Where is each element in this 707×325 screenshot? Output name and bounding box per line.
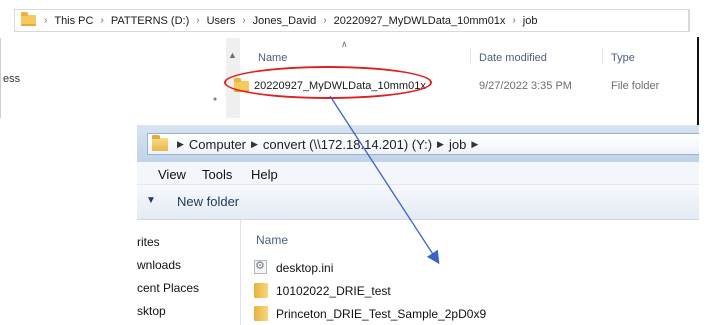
nav-pane-border — [0, 38, 1, 118]
breadcrumb-this-pc[interactable]: This PC — [51, 15, 96, 27]
window-border — [697, 37, 699, 129]
menu-view[interactable]: View — [158, 167, 186, 182]
chevron-right-icon[interactable]: › — [319, 15, 330, 26]
chevron-right-icon[interactable]: › — [508, 15, 519, 26]
bottom-navigation-pane: rites wnloads cent Places sktop — [137, 220, 241, 325]
menu-tools[interactable]: Tools — [202, 167, 232, 182]
chevron-right-icon[interactable]: › — [192, 15, 203, 26]
nav-item-favorites[interactable]: rites — [137, 235, 160, 249]
breadcrumb-users[interactable]: Users — [204, 15, 239, 27]
file-date-modified: 9/27/2022 3:35 PM — [479, 80, 572, 92]
command-toolbar: ▼ New folder — [137, 185, 699, 220]
top-address-bar[interactable]: › This PC › PATTERNS (D:) › Users › Jone… — [14, 9, 689, 32]
folder-icon — [254, 306, 268, 321]
breadcrumb-network-drive[interactable]: convert (\\172.18.14.201) (Y:) — [263, 137, 432, 152]
column-header-type[interactable]: Type — [611, 52, 635, 64]
column-header-name[interactable]: Name — [258, 52, 287, 64]
breadcrumb-job[interactable]: job — [449, 137, 466, 152]
new-folder-button[interactable]: New folder — [177, 194, 239, 209]
arrow-right-icon[interactable]: ▶ — [172, 139, 189, 150]
column-divider[interactable] — [602, 48, 603, 64]
highlight-ellipse-annotation — [224, 66, 432, 99]
nav-item-recent-places[interactable]: cent Places — [137, 281, 199, 295]
chevron-right-icon[interactable]: › — [40, 15, 51, 26]
bottom-explorer-window: ▶ Computer ▶ convert (\\172.18.14.201) (… — [137, 125, 699, 325]
chevron-right-icon[interactable]: › — [96, 15, 107, 26]
nav-pane-item[interactable]: ess — [3, 73, 20, 85]
folder-icon — [152, 134, 168, 151]
file-name[interactable]: 10102022_DRIE_test — [276, 284, 391, 298]
arrow-right-icon[interactable]: ▶ — [432, 139, 449, 150]
address-bar-edge — [689, 9, 690, 32]
nav-item-desktop[interactable]: sktop — [137, 304, 166, 318]
top-navigation-pane — [0, 44, 225, 118]
file-name[interactable]: Princeton_DRIE_Test_Sample_2pD0x9 — [276, 307, 486, 321]
pane-divider[interactable] — [240, 220, 241, 325]
bottom-address-bar[interactable]: ▶ Computer ▶ convert (\\172.18.14.201) (… — [147, 133, 699, 155]
column-header-date-modified[interactable]: Date modified — [479, 52, 547, 64]
column-divider[interactable] — [470, 48, 471, 64]
breadcrumb-job[interactable]: job — [520, 15, 541, 27]
breadcrumb-data-folder[interactable]: 20220927_MyDWLData_10mm01x — [331, 15, 509, 27]
breadcrumb-jones-david[interactable]: Jones_David — [250, 15, 320, 27]
menu-help[interactable]: Help — [251, 167, 278, 182]
breadcrumb-computer[interactable]: Computer — [189, 137, 246, 152]
breadcrumb-patterns-drive[interactable]: PATTERNS (D:) — [108, 15, 192, 27]
file-name[interactable]: desktop.ini — [276, 261, 333, 275]
nav-item-downloads[interactable]: wnloads — [137, 258, 181, 272]
settings-file-icon — [254, 259, 267, 274]
scroll-up-icon[interactable]: ▲ — [228, 50, 237, 60]
file-type: File folder — [611, 80, 660, 92]
column-header-name[interactable]: Name — [256, 233, 288, 247]
chevron-right-icon[interactable]: › — [238, 15, 249, 26]
folder-icon — [254, 283, 268, 298]
folder-icon — [21, 12, 36, 26]
arrow-right-icon[interactable]: ▶ — [466, 139, 483, 150]
menu-bar: View Tools Help — [137, 162, 699, 185]
arrow-right-icon[interactable]: ▶ — [246, 139, 263, 150]
dropdown-arrow-icon[interactable]: ▼ — [146, 195, 156, 206]
sort-ascending-icon: ∧ — [341, 39, 348, 49]
